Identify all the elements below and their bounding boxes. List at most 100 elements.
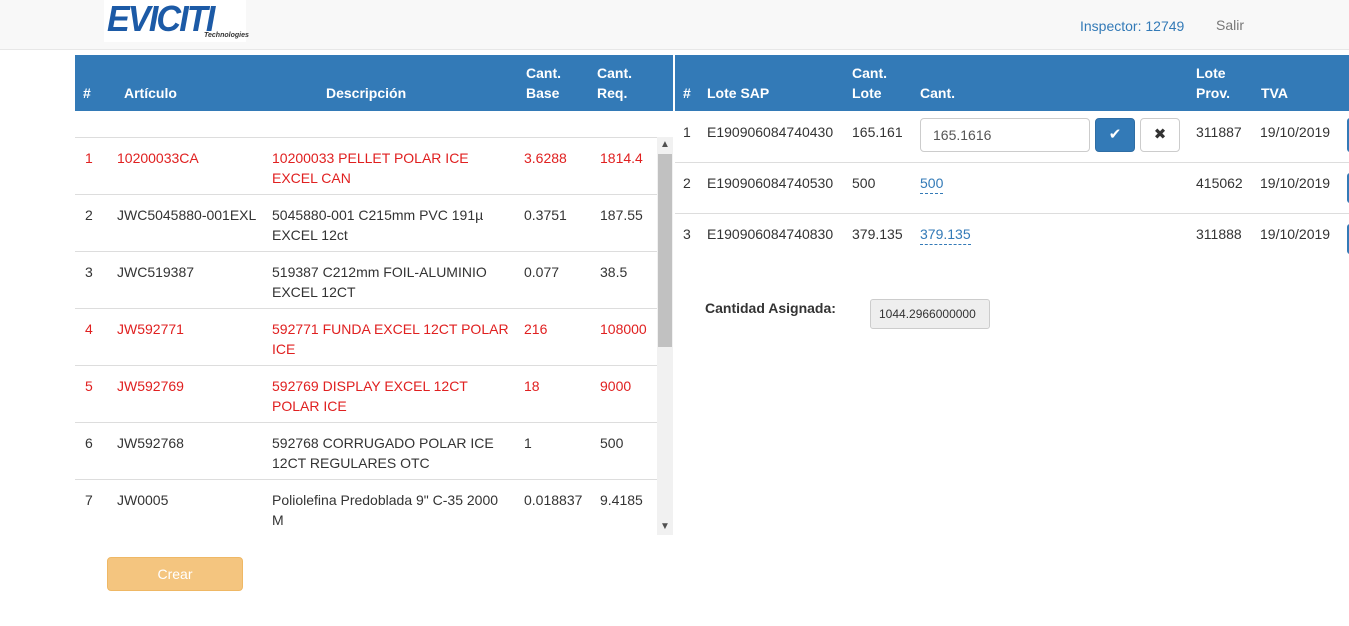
row-articulo: JW592769 bbox=[117, 378, 184, 394]
row-desc-line2: EXCEL 12CT bbox=[272, 284, 356, 300]
table-row[interactable]: 3 JWC519387 519387 C212mm FOIL-ALUMINIO … bbox=[75, 251, 657, 308]
table-row[interactable]: 1 10200033CA 10200033 PELLET POLAR ICE E… bbox=[75, 137, 657, 194]
row-cant-req: 108000 bbox=[600, 321, 647, 337]
header-lote-prov-1: Lote bbox=[1196, 65, 1226, 81]
row-desc-line2: ICE bbox=[272, 341, 296, 357]
row-cant-req: 38.5 bbox=[600, 264, 628, 280]
header-cant-req-2: Req. bbox=[597, 85, 628, 101]
articles-table-header: # Artículo Descripción Cant. Base Cant. … bbox=[75, 55, 673, 111]
articles-scrollbar[interactable]: ▲ ▼ bbox=[657, 137, 673, 535]
header-descripcion: Descripción bbox=[326, 85, 407, 101]
scroll-thumb[interactable] bbox=[658, 154, 672, 347]
lot-row[interactable]: 3 E190906084740830 379.135 379.135 31188… bbox=[675, 214, 1349, 265]
header-articulo: Artículo bbox=[124, 85, 177, 101]
confirm-button[interactable]: ✔ bbox=[1095, 118, 1135, 152]
table-row[interactable]: 6 JW592768 592768 CORRUGADO POLAR ICE 12… bbox=[75, 422, 657, 479]
cancel-edit-button[interactable]: ✖ bbox=[1140, 118, 1180, 152]
lot-num: 1 bbox=[683, 124, 691, 140]
row-num: 1 bbox=[85, 150, 93, 166]
row-cant-base: 0.077 bbox=[524, 264, 560, 280]
logo-subtitle: Technologies bbox=[204, 32, 249, 39]
lot-row[interactable]: 1 E190906084740430 165.161 165.1616 ✔ ✖ … bbox=[675, 112, 1349, 163]
logo-text: EVICITI bbox=[107, 0, 215, 39]
row-cant-base: 216 bbox=[524, 321, 548, 337]
table-row[interactable]: 4 JW592771 592771 FUNDA EXCEL 12CT POLAR… bbox=[75, 308, 657, 365]
header-lote-prov-2: Prov. bbox=[1196, 85, 1230, 101]
header-cant-req-1: Cant. bbox=[597, 65, 632, 81]
header-lote-sap: Lote SAP bbox=[707, 85, 770, 101]
row-num: 4 bbox=[85, 321, 93, 337]
row-desc-line2: POLAR ICE bbox=[272, 398, 347, 414]
logout-link[interactable]: Salir bbox=[1216, 17, 1244, 33]
row-articulo: JW0005 bbox=[117, 492, 169, 508]
close-icon: ✖ bbox=[1153, 126, 1167, 143]
row-desc-line1: 592771 FUNDA EXCEL 12CT POLAR bbox=[272, 321, 509, 337]
row-desc-line1: 5045880-001 C215mm PVC 191µ bbox=[272, 207, 484, 223]
row-desc-line1: 10200033 PELLET POLAR ICE bbox=[272, 150, 469, 166]
header-num: # bbox=[683, 85, 691, 101]
row-articulo: JW592768 bbox=[117, 435, 184, 451]
row-articulo: 10200033CA bbox=[117, 150, 199, 166]
row-cant-req: 9000 bbox=[600, 378, 632, 394]
row-desc-line2: M bbox=[272, 512, 284, 528]
header-cant-lote-2: Lote bbox=[852, 85, 882, 101]
lot-sap: E190906084740530 bbox=[707, 175, 834, 191]
lot-cant-lote: 165.161 bbox=[852, 124, 903, 140]
quantity-edit-link[interactable]: 500 bbox=[920, 173, 944, 194]
header-cant: Cant. bbox=[920, 85, 955, 101]
lot-cant-lote: 500 bbox=[852, 175, 876, 191]
lot-row[interactable]: 2 E190906084740530 500 500 415062 19/10/… bbox=[675, 163, 1349, 214]
row-num: 5 bbox=[85, 378, 93, 394]
row-desc-line1: 592769 DISPLAY EXCEL 12CT bbox=[272, 378, 468, 394]
lot-prov: 415062 bbox=[1196, 175, 1243, 191]
table-row[interactable]: 7 JW0005 Poliolefina Predoblada 9" C-35 … bbox=[75, 479, 657, 535]
quantity-input[interactable]: 165.1616 bbox=[920, 118, 1090, 152]
row-cant-base: 1 bbox=[524, 435, 532, 451]
lot-prov: 311887 bbox=[1196, 124, 1242, 140]
row-num: 2 bbox=[85, 207, 93, 223]
top-navbar: EVICITI Technologies Inspector: 12749 Sa… bbox=[0, 0, 1349, 50]
row-num: 3 bbox=[85, 264, 93, 280]
cantidad-asignada-label: Cantidad Asignada: bbox=[705, 300, 836, 316]
row-cant-req: 500 bbox=[600, 435, 624, 451]
row-desc-line2: EXCEL CAN bbox=[272, 170, 351, 186]
chevron-up-icon[interactable]: ▲ bbox=[657, 137, 673, 153]
articles-table-body[interactable]: 1 10200033CA 10200033 PELLET POLAR ICE E… bbox=[75, 137, 673, 535]
lot-tva: 19/10/2019 bbox=[1260, 124, 1331, 140]
quantity-edit-link[interactable]: 379.135 bbox=[920, 224, 971, 245]
lot-sap: E190906084740830 bbox=[707, 226, 834, 242]
row-cant-base: 18 bbox=[524, 378, 540, 394]
lot-cant-lote: 379.135 bbox=[852, 226, 903, 242]
row-cant-base: 0.018837 bbox=[524, 492, 583, 508]
logo[interactable]: EVICITI Technologies bbox=[104, 0, 249, 42]
table-row[interactable]: 2 JWC5045880-001EXL 5045880-001 C215mm P… bbox=[75, 194, 657, 251]
header-cant-base-2: Base bbox=[526, 85, 560, 101]
lot-tva: 19/10/2019 bbox=[1260, 175, 1331, 191]
header-tva: TVA bbox=[1261, 85, 1288, 101]
lot-prov: 311888 bbox=[1196, 226, 1242, 242]
row-num: 6 bbox=[85, 435, 93, 451]
row-cant-req: 1814.4 bbox=[600, 150, 643, 166]
cantidad-asignada-field: 1044.2966000000 bbox=[870, 299, 990, 329]
table-row[interactable]: 5 JW592769 592769 DISPLAY EXCEL 12CT POL… bbox=[75, 365, 657, 422]
lot-tva: 19/10/2019 bbox=[1260, 226, 1331, 242]
row-cant-base: 3.6288 bbox=[524, 150, 567, 166]
lot-sap: E190906084740430 bbox=[707, 124, 834, 140]
header-cant-lote-1: Cant. bbox=[852, 65, 887, 81]
row-desc-line1: Poliolefina Predoblada 9" C-35 2000 bbox=[272, 492, 499, 508]
row-articulo: JWC5045880-001EXL bbox=[117, 207, 257, 223]
check-icon: ✔ bbox=[1108, 126, 1122, 143]
chevron-down-icon[interactable]: ▼ bbox=[657, 519, 673, 535]
row-desc-line2: EXCEL 12ct bbox=[272, 227, 348, 243]
row-num: 7 bbox=[85, 492, 93, 508]
row-desc-line1: 519387 C212mm FOIL-ALUMINIO bbox=[272, 264, 487, 280]
lot-num: 3 bbox=[683, 226, 691, 242]
crear-button[interactable]: Crear bbox=[107, 557, 243, 591]
row-cant-base: 0.3751 bbox=[524, 207, 567, 223]
inspector-link[interactable]: Inspector: 12749 bbox=[1080, 18, 1184, 34]
row-articulo: JWC519387 bbox=[117, 264, 195, 280]
row-cant-req: 9.4185 bbox=[600, 492, 643, 508]
header-cant-base-1: Cant. bbox=[526, 65, 561, 81]
row-articulo: JW592771 bbox=[117, 321, 184, 337]
row-cant-req: 187.55 bbox=[600, 207, 643, 223]
